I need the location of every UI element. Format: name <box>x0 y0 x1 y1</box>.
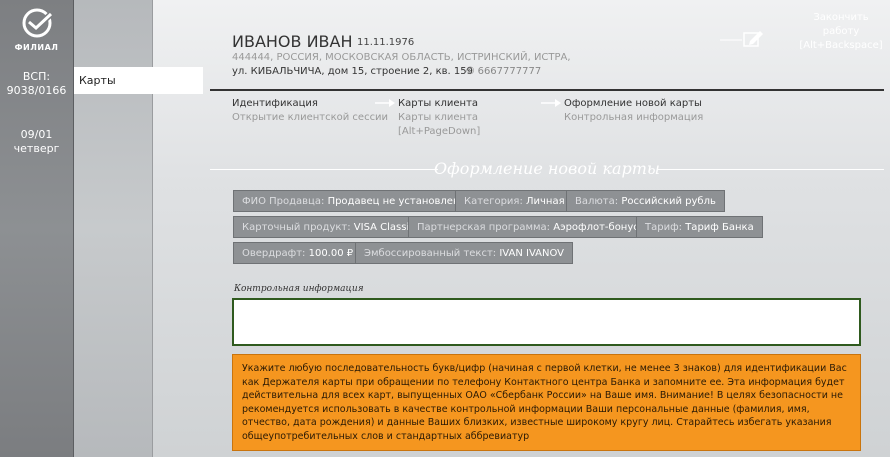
finish-shortcut: [Alt+Backspace] <box>799 40 883 51</box>
step-title: Оформление новой карты <box>564 98 702 109</box>
tag-currency: Валюта: Российский рубль <box>566 190 725 212</box>
arrow-right-icon <box>375 99 395 107</box>
tag-card-product: Карточный продукт: VISA Classic <box>233 216 424 238</box>
tag-partner-program: Партнерская программа: Аэрофлот-бонус <box>408 216 648 238</box>
vsp-value: 9038/0166 <box>6 84 67 97</box>
step-shortcut: [Alt+PageDown] <box>398 126 481 137</box>
vsp-info: ВСП: 9038/0166 <box>0 70 73 98</box>
phone-icon: ✆ <box>466 66 475 77</box>
section-title-text: Оформление новой карты <box>434 159 660 178</box>
control-info-input[interactable] <box>232 298 861 346</box>
client-phone: ✆ 6667777777 <box>466 66 541 77</box>
client-address-line1: 444444, РОССИЯ, МОСКОВСКАЯ ОБЛАСТЬ, ИСТР… <box>232 52 571 63</box>
step-client-cards[interactable]: Карты клиента Карты клиента [Alt+PageDow… <box>398 97 480 139</box>
current-date: 09/01 четверг <box>0 128 73 156</box>
logo-text: ФИЛИАЛ <box>14 43 59 52</box>
left-rail: ФИЛИАЛ ВСП: 9038/0166 09/01 четверг <box>0 0 74 457</box>
tag-overdraft: Овердрафт: 100.00 ₽ <box>233 242 363 264</box>
control-info-label: Контрольная информация <box>234 284 364 294</box>
weekday-value: четверг <box>13 142 60 155</box>
client-dob: 11.11.1976 <box>357 37 415 48</box>
vsp-label: ВСП: <box>22 70 51 83</box>
tag-category: Категория: Личная <box>455 190 574 212</box>
step-new-card: Оформление новой карты Контрольная инфор… <box>564 97 703 125</box>
step-identification[interactable]: Идентификация Открытие клиентской сессии <box>232 97 388 125</box>
tag-seller: ФИО Продавца: Продавец не установлен <box>233 190 469 212</box>
nav-item-cards[interactable]: Карты <box>74 67 203 94</box>
finish-line1: Закончить <box>813 12 869 23</box>
header-divider <box>210 89 884 91</box>
step-subtitle: Контрольная информация <box>564 112 704 123</box>
bank-logo-icon <box>0 6 73 42</box>
tag-tariff: Тариф: Тариф Банка <box>636 216 763 238</box>
edit-client-icon[interactable] <box>720 28 766 50</box>
control-info-hint: Укажите любую последовательность букв/ци… <box>232 354 861 451</box>
finish-line2: работу <box>822 26 860 37</box>
arrow-right-icon <box>541 99 561 107</box>
step-subtitle: Карты клиента <box>398 112 479 123</box>
section-title: Оформление новой карты <box>210 159 884 181</box>
tag-embossed-text: Эмбоссированный текст: IVAN IVANOV <box>355 242 574 264</box>
date-value: 09/01 <box>20 128 53 141</box>
step-subtitle: Открытие клиентской сессии <box>232 112 389 123</box>
client-name: ИВАНОВ ИВАН <box>232 32 353 51</box>
finish-work-button[interactable]: Закончить работу [Alt+Backspace] <box>798 11 884 53</box>
client-phone-value: 6667777777 <box>477 66 542 77</box>
step-title: Карты клиента <box>398 98 479 109</box>
step-title: Идентификация <box>232 98 318 109</box>
client-address-line2: ул. КИБАЛЬЧИЧА, дом 15, строение 2, кв. … <box>232 66 473 77</box>
